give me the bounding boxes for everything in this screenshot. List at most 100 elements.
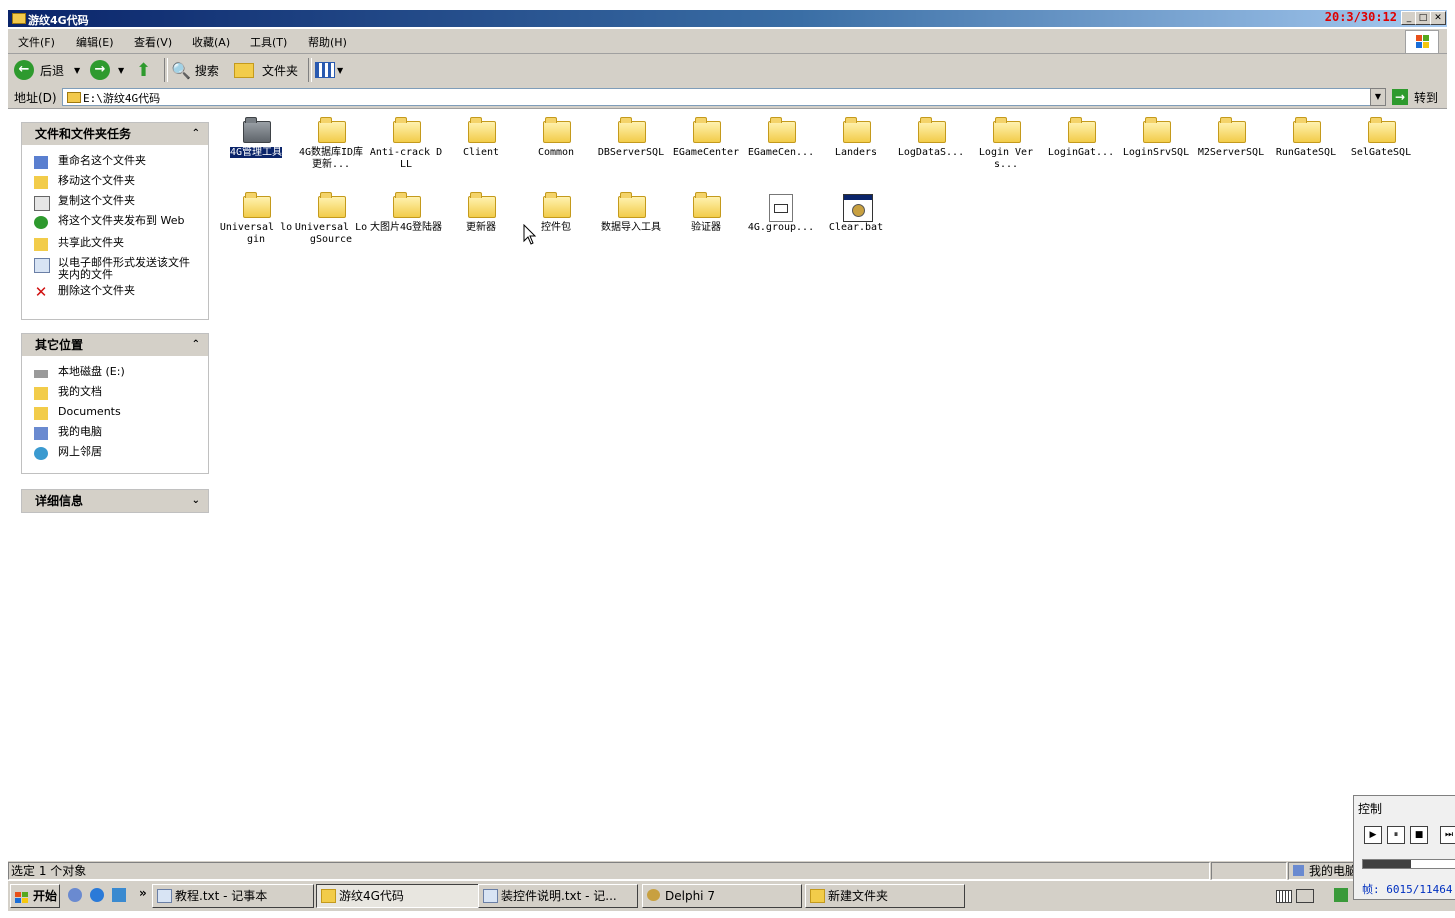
dropdown-arrow-icon[interactable]: ▼ [118, 66, 124, 75]
close-button[interactable]: ✕ [1430, 11, 1446, 25]
other-places-header[interactable]: 其它位置 ⌃ [22, 334, 208, 356]
file-tasks-header[interactable]: 文件和文件夹任务 ⌃ [22, 123, 208, 145]
menu-favorites[interactable]: 收藏(A) [192, 34, 230, 50]
task-rename[interactable]: 重命名这个文件夹 [22, 155, 208, 173]
taskbar-notepad-2[interactable]: 装控件说明.txt - 记... [478, 884, 638, 908]
menu-file[interactable]: 文件(F) [18, 34, 55, 50]
taskbar-explorer[interactable]: 游纹4G代码 [316, 884, 482, 908]
status-bar: 选定 1 个对象 我的电脑 [8, 860, 1455, 880]
file-tasks-pane: 文件和文件夹任务 ⌃ 重命名这个文件夹 移动这个文件夹 复制这个文件夹 将这个文… [21, 122, 209, 320]
file-name: 更新器 [466, 222, 496, 233]
dropdown-arrow-icon[interactable]: ▼ [74, 66, 80, 75]
status-size [1211, 862, 1287, 880]
ie-browser-icon[interactable] [90, 888, 104, 902]
file-item[interactable]: 数据导入工具 [594, 192, 668, 234]
views-button[interactable]: ▼ [315, 60, 343, 80]
folders-label: 文件夹 [262, 63, 299, 78]
file-item[interactable]: EGameCenter [669, 117, 743, 159]
file-item[interactable]: LoginGat... [1044, 117, 1118, 159]
taskbar-new-folder[interactable]: 新建文件夹 [805, 884, 965, 908]
place-local-disk[interactable]: 本地磁盘 (E:) [22, 366, 208, 384]
task-copy[interactable]: 复制这个文件夹 [22, 195, 208, 213]
show-desktop-icon[interactable] [68, 888, 82, 902]
taskbar-notepad[interactable]: 教程.txt - 记事本 [152, 884, 314, 908]
next-button[interactable]: ⏭ [1440, 826, 1455, 844]
document-icon [768, 194, 794, 222]
file-item[interactable]: LoginSrvSQL [1119, 117, 1193, 159]
menu-tools[interactable]: 工具(T) [250, 34, 287, 50]
file-item[interactable]: DBServerSQL [594, 117, 668, 159]
keyboard-icon[interactable] [1276, 890, 1292, 903]
file-name: LoginGat... [1047, 147, 1115, 158]
address-dropdown-button[interactable]: ▼ [1370, 88, 1386, 106]
pause-button[interactable]: ⏸ [1387, 826, 1405, 844]
share-folder-icon [34, 238, 48, 251]
menu-help[interactable]: 帮助(H) [308, 34, 347, 50]
back-button[interactable]: ← 后退 ▼ [14, 60, 80, 80]
file-item[interactable]: SelGateSQL [1344, 117, 1418, 159]
collapse-chevron-icon[interactable]: ⌃ [192, 123, 200, 145]
batch-file-icon [843, 194, 873, 222]
file-item[interactable]: Login Vers... [969, 117, 1043, 171]
network-tray-icon[interactable] [1296, 889, 1314, 903]
file-item[interactable]: 4G.group... [744, 194, 818, 234]
file-item[interactable]: EGameCen... [744, 117, 818, 159]
file-item[interactable]: Landers [819, 117, 893, 159]
folders-button[interactable]: 文件夹 [234, 60, 298, 80]
file-item[interactable]: Common [519, 117, 593, 159]
file-item[interactable]: M2ServerSQL [1194, 117, 1268, 159]
security-tray-icon[interactable] [1334, 888, 1348, 902]
file-item[interactable]: 验证器 [669, 192, 743, 234]
file-item[interactable]: Anti-crack DLL [369, 117, 443, 171]
progress-track[interactable] [1362, 859, 1455, 869]
file-name: EGameCen... [747, 147, 815, 158]
file-name: Common [537, 147, 575, 158]
expand-chevron-icon[interactable]: ⌄ [192, 490, 200, 512]
task-email[interactable]: 以电子邮件形式发送该文件夹内的文件 [22, 257, 193, 281]
status-selection: 选定 1 个对象 [8, 862, 1210, 880]
file-item[interactable]: LogDataS... [894, 117, 968, 159]
up-folder-button[interactable]: ⬆ [136, 60, 151, 81]
place-documents[interactable]: Documents [22, 406, 208, 424]
task-share[interactable]: 共享此文件夹 [22, 237, 208, 255]
file-item[interactable]: 更新器 [444, 192, 518, 234]
menu-edit[interactable]: 编辑(E) [76, 34, 114, 50]
file-item[interactable]: 4G管理工具 [219, 117, 293, 159]
folder-icon [321, 889, 336, 903]
folder-icon [1293, 117, 1321, 143]
forward-button[interactable]: → ▼ [90, 60, 124, 80]
player-control-window: 控制 ▶ ⏸ ■ ⏭ 帧: 6015/11464 [1353, 795, 1455, 900]
back-arrow-icon: ← [14, 60, 34, 80]
clock-overlay: 20:3/30:12 [1324, 10, 1397, 24]
file-item[interactable]: Client [444, 117, 518, 159]
start-button[interactable]: 开始 [10, 884, 60, 908]
place-network[interactable]: 网上邻居 [22, 446, 208, 464]
file-item[interactable]: Universal login [219, 192, 293, 246]
window-title-bar[interactable]: 游纹4G代码 20:3/30:12 _ □ ✕ [8, 10, 1447, 27]
file-item[interactable]: RunGateSQL [1269, 117, 1343, 159]
maximize-button[interactable]: □ [1415, 11, 1431, 25]
place-my-documents[interactable]: 我的文档 [22, 386, 208, 404]
play-button[interactable]: ▶ [1364, 826, 1382, 844]
search-button[interactable]: 🔍 搜索 [171, 60, 219, 80]
folder-icon [468, 192, 496, 218]
file-item[interactable]: Clear.bat [819, 194, 893, 234]
go-button[interactable]: → 转到 [1392, 88, 1438, 106]
place-my-computer[interactable]: 我的电脑 [22, 426, 208, 444]
file-item[interactable]: 4G数据库ID库更新... [294, 117, 368, 171]
stop-button[interactable]: ■ [1410, 826, 1428, 844]
collapse-chevron-icon[interactable]: ⌃ [192, 334, 200, 356]
taskbar-delphi[interactable]: Delphi 7 [642, 884, 802, 908]
task-move[interactable]: 移动这个文件夹 [22, 175, 208, 193]
file-item[interactable]: 大图片4G登陆器 [369, 192, 443, 234]
task-delete[interactable]: ✕ 删除这个文件夹 [22, 285, 208, 303]
delphi-icon [647, 889, 660, 901]
chevron-right-icon[interactable]: » [139, 886, 147, 900]
folder-icon [318, 117, 346, 143]
quicklaunch-icon[interactable] [112, 888, 126, 902]
menu-view[interactable]: 查看(V) [134, 34, 172, 50]
details-header[interactable]: 详细信息 ⌄ [22, 490, 208, 512]
address-input[interactable]: E:\游纹4G代码 [62, 88, 1378, 106]
task-publish-web[interactable]: 将这个文件夹发布到 Web [22, 215, 193, 233]
file-item[interactable]: Universal LogSource [294, 192, 368, 246]
